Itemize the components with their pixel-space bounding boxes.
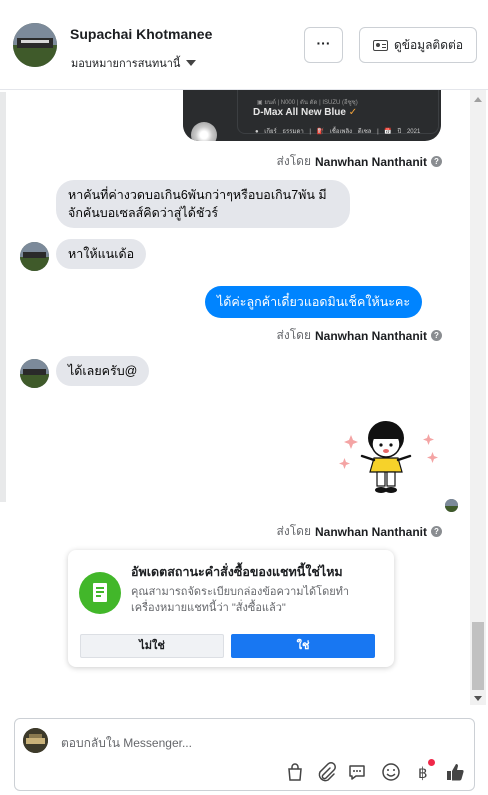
conversation-header: Supachai Khotmanee มอบหมายการสนทนานี้ ··… <box>0 0 488 90</box>
view-contact-info-label: ดูข้อมูลติดต่อ <box>393 37 464 52</box>
info-icon[interactable]: ? <box>431 330 442 341</box>
svg-text:฿: ฿ <box>418 764 428 782</box>
car-title: D-Max All New Blue ✓ <box>253 107 357 118</box>
chevron-down-icon <box>186 60 197 66</box>
paperclip-icon[interactable] <box>316 762 336 782</box>
reply-input[interactable]: ตอบกลับใน Messenger... <box>61 734 192 753</box>
contact-name: Supachai Khotmanee <box>70 26 213 42</box>
scroll-down-arrow[interactable] <box>474 696 482 701</box>
sticker-message[interactable] <box>339 418 439 500</box>
sent-by-prefix: ส่งโดย <box>276 328 311 342</box>
contact-card-icon <box>372 39 388 51</box>
thumbs-up-icon[interactable] <box>445 762 465 782</box>
sent-by-agent: Nanwhan Nanthanit <box>314 328 427 343</box>
more-options-button[interactable]: ··· <box>304 27 343 63</box>
incoming-message[interactable]: หาคันที่ค่างวดบอเกิน6พันกว่าๆหรือบอเกิน7… <box>56 180 350 228</box>
reply-composer[interactable]: ตอบกลับใน Messenger... ฿ <box>14 718 475 791</box>
order-icon <box>79 572 121 614</box>
sent-by-line: ส่งโดย Nanwhan Nanthanit ? <box>277 522 442 541</box>
car-specs: ● เกียร์ ธรรมดา | ⛽ เชื้อเพลิง ดีเซล | 📅… <box>255 129 421 135</box>
car-meta: ▣ ยนต์ | N000 | ดัน ดัด | ISUZU (อีซูซุ) <box>257 100 358 106</box>
prompt-title: อัพเดตสถานะคำสั่งซื้อของแชทนี้ใช่ไหม <box>131 565 343 579</box>
incoming-message[interactable]: หาให้แนเด้อ <box>56 239 147 269</box>
contact-avatar-small <box>20 242 49 271</box>
scroll-up-arrow[interactable] <box>474 97 482 102</box>
contact-avatar[interactable] <box>13 23 57 67</box>
sent-by-line: ส่งโดย Nanwhan Nanthanit ? <box>277 326 442 345</box>
sent-by-agent: Nanwhan Nanthanit <box>314 524 427 539</box>
scrollbar-thumb[interactable] <box>472 622 484 690</box>
notification-dot <box>428 759 435 766</box>
order-status-prompt: อัพเดตสถานะคำสั่งซื้อของแชทนี้ใช่ไหม คุณ… <box>68 550 394 667</box>
saved-reply-icon[interactable] <box>347 762 367 782</box>
sent-by-line: ส่งโดย Nanwhan Nanthanit ? <box>277 152 442 171</box>
incoming-message[interactable]: ได้เลยครับ@ <box>56 356 150 386</box>
emoji-icon[interactable] <box>381 762 401 782</box>
verified-icon: ✓ <box>348 107 358 118</box>
prompt-description: คุณสามารถจัดระเบียบกล่องข้อความได้โดยทำเ… <box>131 586 350 614</box>
info-icon[interactable]: ? <box>431 156 442 167</box>
sent-by-prefix: ส่งโดย <box>276 154 311 168</box>
sent-by-prefix: ส่งโดย <box>276 524 311 538</box>
light-glow <box>191 122 217 141</box>
assign-conversation-dropdown[interactable]: มอบหมายการสนทนานี้ <box>71 54 197 72</box>
shared-car-image-card[interactable]: ▣ ยนต์ | N000 | ดัน ดัด | ISUZU (อีซูซุ)… <box>183 90 441 141</box>
info-icon[interactable]: ? <box>431 526 442 537</box>
no-button[interactable]: ไม่ใช่ <box>80 634 224 658</box>
shopping-bag-icon[interactable] <box>285 762 305 782</box>
seen-indicator-avatar <box>445 499 458 512</box>
sent-by-agent: Nanwhan Nanthanit <box>314 154 427 169</box>
contact-avatar-small <box>20 359 49 388</box>
page-avatar <box>23 728 48 753</box>
yes-button[interactable]: ใช่ <box>231 634 375 658</box>
view-contact-info-button[interactable]: ดูข้อมูลติดต่อ <box>359 27 477 63</box>
car-title-text: D-Max All New Blue <box>253 107 346 118</box>
outgoing-message[interactable]: ได้ค่ะลูกค้าเดี๋ยวแอดมินเช็คให้นะคะ <box>205 286 423 318</box>
assign-label: มอบหมายการสนทนานี้ <box>71 58 181 70</box>
scrollbar-track[interactable] <box>470 90 486 705</box>
